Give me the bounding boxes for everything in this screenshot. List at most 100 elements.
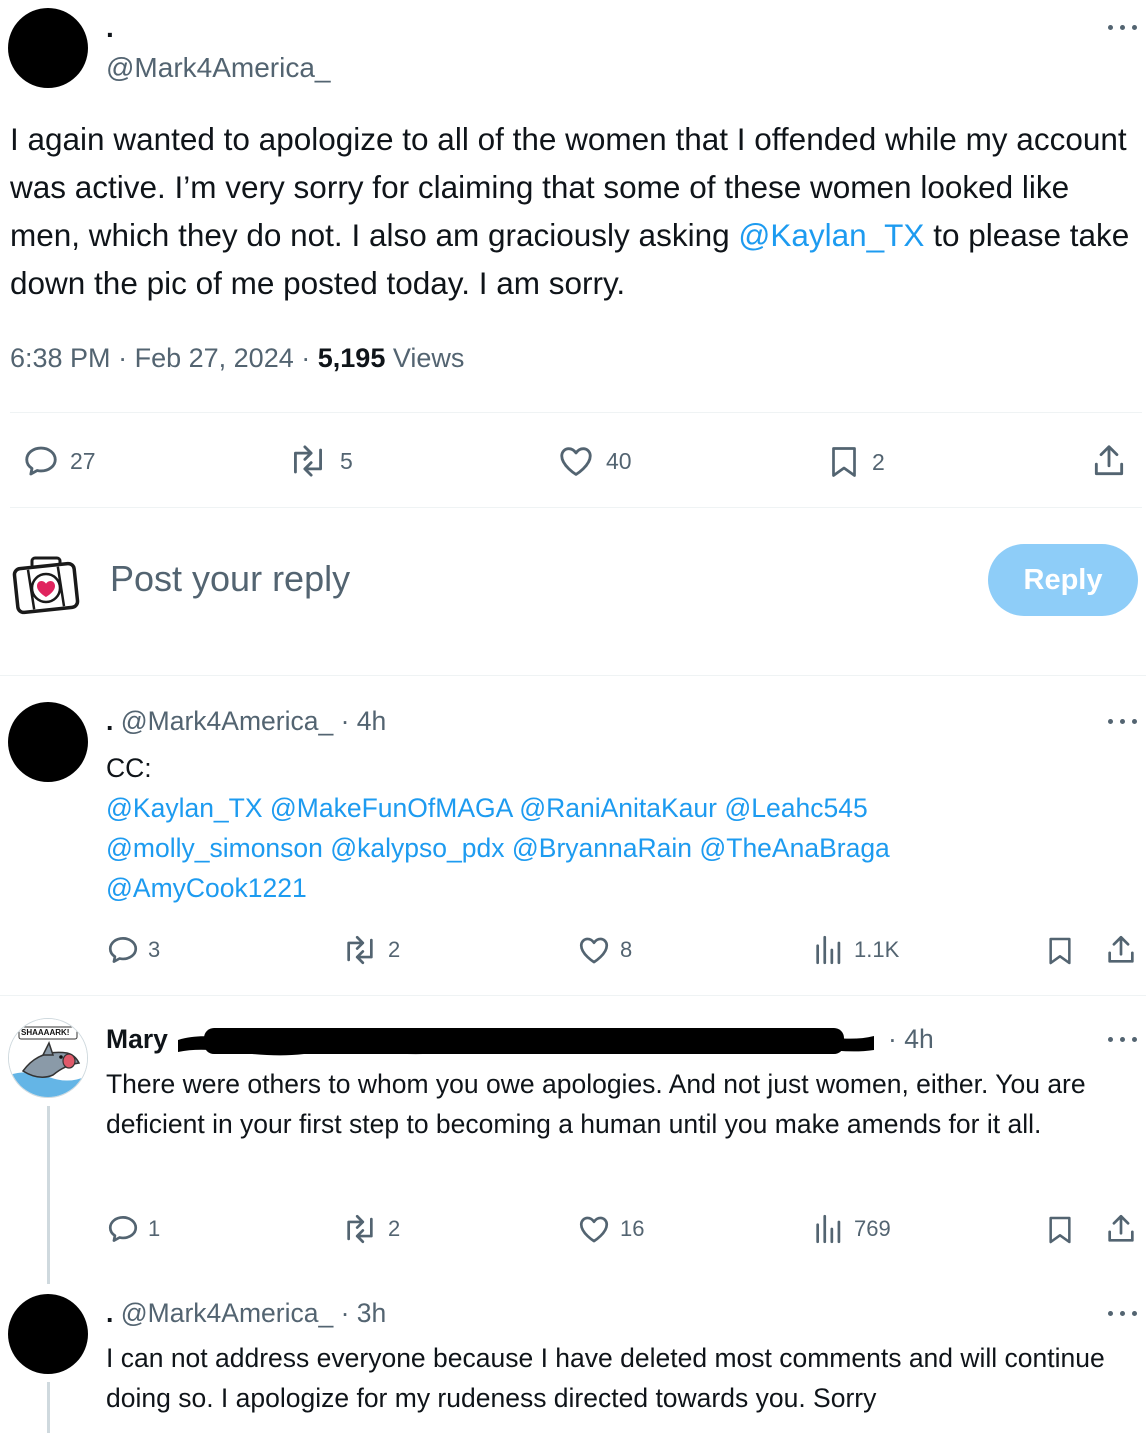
- reply-count: 27: [70, 447, 96, 474]
- repost-icon: [347, 1214, 373, 1244]
- views-count: 769: [854, 1216, 891, 1241]
- repost-count: 2: [388, 937, 401, 962]
- repost-button[interactable]: 5: [286, 442, 353, 480]
- tweet-text: I again wanted to apologize to all of th…: [10, 115, 1140, 307]
- reply-author-name[interactable]: .: [106, 706, 113, 736]
- share-button[interactable]: [1104, 933, 1138, 967]
- like-button[interactable]: 8: [576, 933, 632, 967]
- author-avatar[interactable]: [8, 8, 88, 88]
- like-count: 8: [620, 937, 633, 962]
- reply-header: . @Mark4America_ · 4h: [106, 706, 386, 737]
- like-count: 16: [620, 1216, 645, 1241]
- repost-button[interactable]: 2: [340, 933, 400, 967]
- shark-avatar-icon[interactable]: SHAAAARK!: [8, 1018, 88, 1098]
- thread-line: [47, 1106, 50, 1284]
- reply-count: 1: [148, 1216, 161, 1241]
- reply-icon: [108, 1216, 138, 1242]
- share-button[interactable]: [1104, 1212, 1138, 1246]
- repost-icon: [294, 445, 322, 477]
- views-button[interactable]: 769: [812, 1212, 891, 1246]
- bookmark-button[interactable]: [1044, 1212, 1076, 1248]
- reply-text: I can not address everyone because I hav…: [106, 1343, 1105, 1413]
- divider: [0, 675, 1146, 676]
- reply-button[interactable]: 1: [106, 1212, 160, 1246]
- divider: [0, 995, 1146, 996]
- author-handle[interactable]: @Mark4America_: [106, 52, 330, 84]
- reply-text: There were others to whom you owe apolog…: [106, 1069, 1086, 1139]
- reply-author-handle[interactable]: @Mark4America_: [121, 706, 333, 736]
- share-icon: [1094, 445, 1124, 476]
- divider: [10, 507, 1142, 508]
- like-icon: [579, 937, 609, 964]
- reply-time[interactable]: 3h: [357, 1298, 386, 1328]
- mention-link[interactable]: @TheAnaBraga: [699, 833, 889, 863]
- like-count: 40: [606, 447, 632, 474]
- share-button[interactable]: [1090, 442, 1128, 480]
- bookmark-button[interactable]: 2: [826, 442, 885, 482]
- reply-text: CC: @Kaylan_TX @MakeFunOfMAGA @RaniAnita…: [106, 748, 1136, 908]
- meta-separator: ·: [888, 1024, 897, 1054]
- reply-author-avatar[interactable]: [8, 702, 88, 782]
- tweet-time[interactable]: 6:38 PM: [10, 343, 111, 373]
- views-label: Views: [392, 343, 465, 373]
- reply-text-line: CC:: [106, 753, 152, 783]
- mention-link[interactable]: @AmyCook1221: [106, 873, 307, 903]
- like-button[interactable]: 40: [556, 442, 632, 480]
- mentions-line: @Kaylan_TX @MakeFunOfMAGA @RaniAnitaKaur…: [106, 788, 1136, 828]
- reply-time[interactable]: 4h: [904, 1024, 933, 1054]
- views-button[interactable]: 1.1K: [812, 933, 899, 967]
- bookmark-icon: [832, 447, 856, 477]
- mention-link[interactable]: @RaniAnitaKaur: [519, 793, 717, 823]
- reply-author-name[interactable]: Mary: [106, 1024, 168, 1054]
- mention-link[interactable]: @kalypso_pdx: [330, 833, 504, 863]
- views-count: 5,195: [317, 343, 386, 373]
- reply-icon: [25, 446, 57, 476]
- tweet-meta: 6:38 PM · Feb 27, 2024 · 5,195 Views: [10, 343, 464, 374]
- meta-separator: ·: [118, 343, 128, 373]
- views-icon: [816, 935, 841, 965]
- reply-header: . @Mark4America_ · 3h: [106, 1298, 386, 1329]
- reply-author-handle[interactable]: @Mark4America_: [121, 1298, 333, 1328]
- reply-meta: · 4h: [888, 1024, 934, 1055]
- divider: [10, 412, 1142, 413]
- reply-count: 3: [148, 937, 161, 962]
- more-icon[interactable]: [1108, 1034, 1138, 1044]
- repost-button[interactable]: 2: [340, 1212, 400, 1246]
- reply-time[interactable]: 4h: [357, 706, 386, 736]
- bookmark-icon: [1049, 937, 1071, 965]
- bookmark-icon: [1049, 1216, 1071, 1244]
- reply-author-avatar[interactable]: [8, 1294, 88, 1374]
- more-icon[interactable]: [1108, 716, 1138, 726]
- repost-count: 2: [388, 1216, 401, 1241]
- reply-author-name[interactable]: .: [106, 1298, 113, 1328]
- mention-link[interactable]: @Kaylan_TX: [738, 217, 924, 253]
- mentions-line: @molly_simonson @kalypso_pdx @BryannaRai…: [106, 828, 1136, 868]
- reply-header: Mary: [106, 1024, 168, 1055]
- mention-link[interactable]: @BryannaRain: [512, 833, 692, 863]
- reply-button[interactable]: 27: [22, 442, 96, 480]
- reply-submit-button[interactable]: Reply: [988, 544, 1138, 616]
- repost-icon: [347, 935, 373, 965]
- avatar-caption: SHAAAARK!: [21, 1028, 70, 1037]
- meta-separator: ·: [340, 1298, 350, 1328]
- views-count: 1.1K: [854, 937, 900, 962]
- more-icon[interactable]: [1108, 1308, 1138, 1318]
- reply-button[interactable]: 3: [106, 933, 160, 967]
- thread-line: [47, 1382, 50, 1433]
- more-icon[interactable]: [1108, 22, 1138, 32]
- mention-link[interactable]: @molly_simonson: [106, 833, 323, 863]
- author-display-name[interactable]: .: [106, 12, 114, 44]
- meta-separator: ·: [301, 343, 311, 373]
- like-icon: [579, 1216, 609, 1243]
- tweet-date[interactable]: Feb 27, 2024: [135, 343, 294, 373]
- redaction-mark: [174, 1020, 880, 1060]
- bookmark-button[interactable]: [1044, 933, 1076, 969]
- reply-composer-input[interactable]: Post your reply: [110, 558, 350, 600]
- medkit-avatar-icon[interactable]: [10, 548, 82, 620]
- share-icon: [1108, 1214, 1134, 1242]
- bookmark-count: 2: [872, 448, 885, 475]
- mention-link[interactable]: @Leahc545: [724, 793, 867, 823]
- like-button[interactable]: 16: [576, 1212, 644, 1246]
- mention-link[interactable]: @Kaylan_TX: [106, 793, 263, 823]
- mention-link[interactable]: @MakeFunOfMAGA: [270, 793, 512, 823]
